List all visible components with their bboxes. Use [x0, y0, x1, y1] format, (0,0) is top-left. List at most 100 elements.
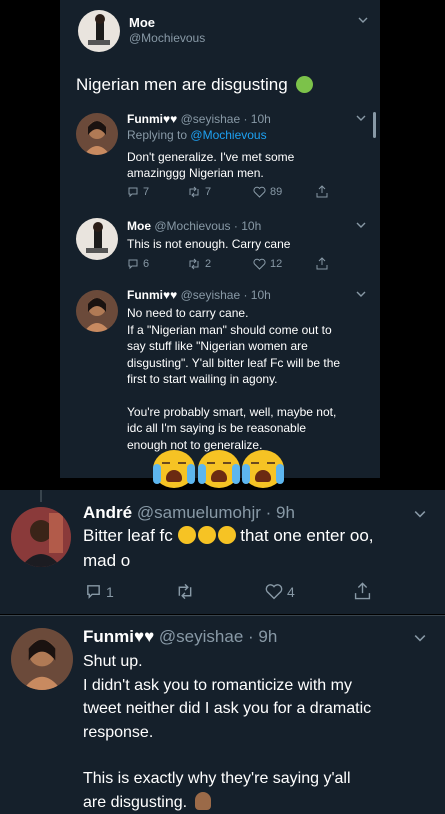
like-action[interactable]: 4	[265, 583, 295, 600]
retweet-count: 2	[205, 258, 212, 270]
like-count: 4	[287, 583, 295, 600]
reply1-body: Don't generalize. I've met some amazingg…	[127, 149, 294, 181]
reply3-line: first to start wailing in agony.	[127, 372, 278, 386]
like-action[interactable]: 89	[253, 186, 282, 198]
reply2-header: Moe @Mochievous · 10h	[127, 219, 261, 233]
reply1-author-name[interactable]: Funmi♥♥	[127, 112, 177, 126]
funmi-line	[83, 744, 371, 767]
replying-to-handle[interactable]: @Mochievous	[190, 128, 266, 142]
chevron-down-icon[interactable]	[358, 15, 368, 25]
comment-count: 6	[143, 258, 150, 270]
chevron-down-icon[interactable]	[414, 508, 426, 520]
avatar-funmi[interactable]	[76, 113, 118, 155]
funmi-line: This is exactly why they're saying y'all	[83, 770, 351, 787]
andre-meta: @samuelumohjr · 9h	[136, 503, 295, 522]
reply3-line: idc all I'm saying is be reasonable	[127, 421, 307, 435]
like-icon	[265, 584, 283, 600]
retweet-icon	[189, 186, 199, 198]
laughing-face-emoji	[197, 526, 216, 544]
scrollbar[interactable]	[373, 112, 376, 138]
avatar-moe[interactable]	[78, 10, 120, 52]
like-action[interactable]: 12	[253, 258, 282, 270]
funmi-line-last: are disgusting.	[83, 791, 371, 814]
comment-count: 1	[106, 583, 114, 600]
reply2-body: This is not enough. Carry cane	[127, 236, 290, 252]
funmi-author-name[interactable]: Funmi♥♥	[83, 627, 154, 646]
funmi-line: tweet neither did I ask you for a dramat…	[83, 700, 372, 717]
reply3-line: enough not to generalize.	[127, 437, 263, 452]
reply2-meta: @Mochievous · 10h	[154, 219, 262, 233]
funmi-tweet[interactable]: Funmi♥♥ @seyishae · 9h Shut up. I didn't…	[0, 616, 445, 814]
tweet-author-handle[interactable]: @Mochievous	[129, 31, 205, 45]
funmi-header: Funmi♥♥ @seyishae · 9h	[83, 627, 277, 647]
andre-text-post: that one enter oo,	[240, 526, 374, 545]
inner-screenshot: Moe @Mochievous Nigerian men are disgust…	[60, 0, 380, 478]
thread-line	[40, 490, 42, 502]
retweet-action[interactable]	[175, 583, 195, 600]
reply3-author-name[interactable]: Funmi♥♥	[127, 288, 177, 302]
reply3-header: Funmi♥♥ @seyishae · 10h	[127, 288, 271, 302]
comment-action[interactable]: 7	[127, 186, 149, 198]
comment-icon	[87, 585, 100, 599]
andre-text-line2: mad o	[83, 551, 131, 570]
reply1-line: amazinggg Nigerian men.	[127, 166, 264, 180]
avatar-funmi[interactable]	[76, 290, 118, 332]
facepalm-emoji	[194, 791, 211, 810]
chevron-down-icon[interactable]	[414, 632, 426, 644]
chevron-down-icon[interactable]	[356, 113, 366, 123]
like-icon	[253, 186, 266, 198]
tweet-author-name[interactable]: Moe	[129, 15, 155, 30]
reply2-line: This is not enough. Carry cane	[127, 237, 291, 251]
comment-count: 7	[143, 186, 150, 198]
nauseated-face-emoji	[296, 76, 314, 93]
reply1-replying: Replying to @Mochievous	[127, 128, 267, 142]
like-icon	[253, 258, 266, 270]
andre-text-line1: Bitter leaf fc that one enter oo,	[83, 526, 374, 546]
tweet-text-content: Nigerian men are disgusting	[76, 75, 288, 94]
retweet-action[interactable]: 7	[187, 186, 211, 198]
reply3-line: disgusting". Y'all bitter leaf Fc will b…	[127, 355, 341, 370]
share-icon[interactable]	[316, 257, 328, 270]
share-icon[interactable]	[354, 582, 371, 600]
reply3-line: You're probably smart, well, maybe not,	[127, 404, 337, 419]
crying-face-emoji	[242, 450, 284, 488]
comment-action[interactable]: 6	[127, 258, 149, 270]
share-icon[interactable]	[316, 185, 328, 198]
funmi-line: Shut up.	[83, 653, 143, 670]
funmi-meta: @seyishae · 9h	[158, 627, 278, 646]
avatar-moe[interactable]	[76, 218, 118, 260]
comment-icon	[128, 187, 138, 198]
reply1-meta: @seyishae · 10h	[180, 112, 271, 126]
reply3-line: If a "Nigerian man" should come out to	[127, 322, 332, 337]
comment-icon	[128, 259, 138, 270]
retweet-icon	[178, 583, 192, 600]
like-count: 89	[270, 186, 283, 198]
reply3-line: say stuff like "Nigerian women are	[127, 339, 308, 353]
chevron-down-icon[interactable]	[356, 220, 366, 230]
reply2-author-name[interactable]: Moe	[127, 219, 151, 233]
reply1-line: Don't generalize. I've met some	[127, 150, 295, 164]
comment-action[interactable]: 1	[85, 583, 114, 600]
replying-to-label: Replying to	[127, 128, 188, 142]
retweet-action[interactable]: 2	[187, 258, 211, 270]
andre-header: André @samuelumohjr · 9h	[83, 503, 295, 523]
reply3-line	[127, 388, 340, 404]
like-count: 12	[270, 258, 283, 270]
tweet-text: Nigerian men are disgusting	[76, 75, 314, 95]
reply3-line: No need to carry cane.	[127, 306, 249, 320]
avatar-andre[interactable]	[11, 507, 71, 567]
reply1-header: Funmi♥♥ @seyishae · 10h	[127, 112, 271, 126]
andre-author-name[interactable]: André	[83, 503, 132, 522]
funmi-line: are disgusting.	[83, 793, 188, 811]
funmi-line: response.	[83, 723, 154, 741]
reply3-meta: @seyishae · 10h	[180, 288, 271, 302]
crying-face-emoji	[198, 450, 240, 488]
funmi-line: I didn't ask you to romanticize with my	[83, 676, 352, 694]
funmi-body: Shut up. I didn't ask you to romanticize…	[83, 650, 371, 814]
avatar-funmi[interactable]	[11, 628, 73, 690]
andre-tweet[interactable]: André @samuelumohjr · 9h Bitter leaf fc …	[0, 490, 445, 614]
chevron-down-icon[interactable]	[356, 289, 366, 299]
retweet-icon	[189, 258, 199, 270]
andre-text-pre: Bitter leaf fc	[83, 526, 173, 545]
crying-face-emoji	[153, 450, 195, 488]
